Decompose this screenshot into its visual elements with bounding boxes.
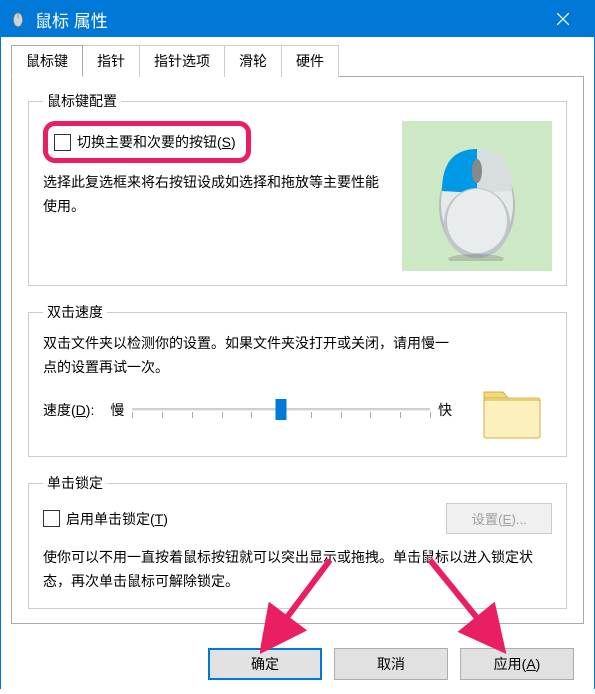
double-click-description: 双击文件夹以检测你的设置。如果文件夹没打开或关闭，请用慢一点的设置再试一次。 (43, 332, 452, 380)
tab-pointer-options[interactable]: 指针选项 (139, 45, 225, 77)
slider-thumb[interactable] (276, 399, 287, 420)
button-config-group: 鼠标键配置 切换主要和次要的按钮(S) 选择此复选框来将右按钮设成如选择和拖放等… (28, 91, 567, 286)
speed-slow-label: 慢 (110, 400, 124, 420)
double-click-legend: 双击速度 (43, 302, 107, 322)
swap-buttons-highlight: 切换主要和次要的按钮(S) (43, 121, 251, 163)
mouse-properties-window: 鼠标 属性 鼠标键 指针 指针选项 滑轮 硬件 鼠标键配置 切换主要和次要的按钮… (0, 0, 595, 689)
tab-wheel[interactable]: 滑轮 (224, 45, 282, 77)
button-config-legend: 鼠标键配置 (43, 91, 121, 111)
mouse-icon (9, 10, 27, 28)
folder-test-icon[interactable] (472, 332, 552, 442)
speed-fast-label: 快 (438, 400, 452, 420)
tab-strip: 鼠标键 指针 指针选项 滑轮 硬件 (11, 45, 584, 77)
click-lock-group: 单击锁定 启用单击锁定(T) 设置(E)... 使你可以不用一直按着鼠标按钮就可… (28, 473, 567, 609)
apply-button[interactable]: 应用(A) (460, 648, 574, 680)
tab-pointers[interactable]: 指针 (82, 45, 140, 77)
ok-button[interactable]: 确定 (208, 648, 322, 680)
dialog-buttons: 确定 取消 应用(A) (1, 634, 594, 694)
swap-buttons-checkbox[interactable] (54, 134, 71, 151)
double-click-group: 双击速度 双击文件夹以检测你的设置。如果文件夹没打开或关闭，请用慢一点的设置再试… (28, 302, 567, 457)
speed-row: 速度(D): 慢 (43, 398, 452, 422)
click-lock-legend: 单击锁定 (43, 473, 107, 493)
click-lock-label[interactable]: 启用单击锁定(T) (66, 509, 168, 529)
speed-slider[interactable] (132, 398, 430, 422)
close-button[interactable] (540, 1, 586, 37)
click-lock-settings-button: 设置(E)... (446, 503, 552, 534)
window-title: 鼠标 属性 (35, 7, 540, 32)
titlebar: 鼠标 属性 (1, 1, 594, 37)
click-lock-description: 使你可以不用一直按着鼠标按钮就可以突出显示或拖拽。单击鼠标以进入锁定状态，再次单… (43, 546, 552, 594)
speed-label: 速度(D): (43, 400, 94, 420)
click-lock-checkbox[interactable] (43, 510, 60, 527)
swap-buttons-label[interactable]: 切换主要和次要的按钮(S) (77, 132, 236, 152)
tab-buttons[interactable]: 鼠标键 (11, 45, 83, 77)
content-area: 鼠标键 指针 指针选项 滑轮 硬件 鼠标键配置 切换主要和次要的按钮(S) 选择… (1, 37, 594, 634)
tab-panel-buttons: 鼠标键配置 切换主要和次要的按钮(S) 选择此复选框来将右按钮设成如选择和拖放等… (11, 76, 584, 624)
tab-hardware[interactable]: 硬件 (281, 45, 339, 77)
mouse-diagram (402, 121, 552, 271)
swap-buttons-description: 选择此复选框来将右按钮设成如选择和拖放等主要性能使用。 (43, 171, 392, 219)
cancel-button[interactable]: 取消 (334, 648, 448, 680)
